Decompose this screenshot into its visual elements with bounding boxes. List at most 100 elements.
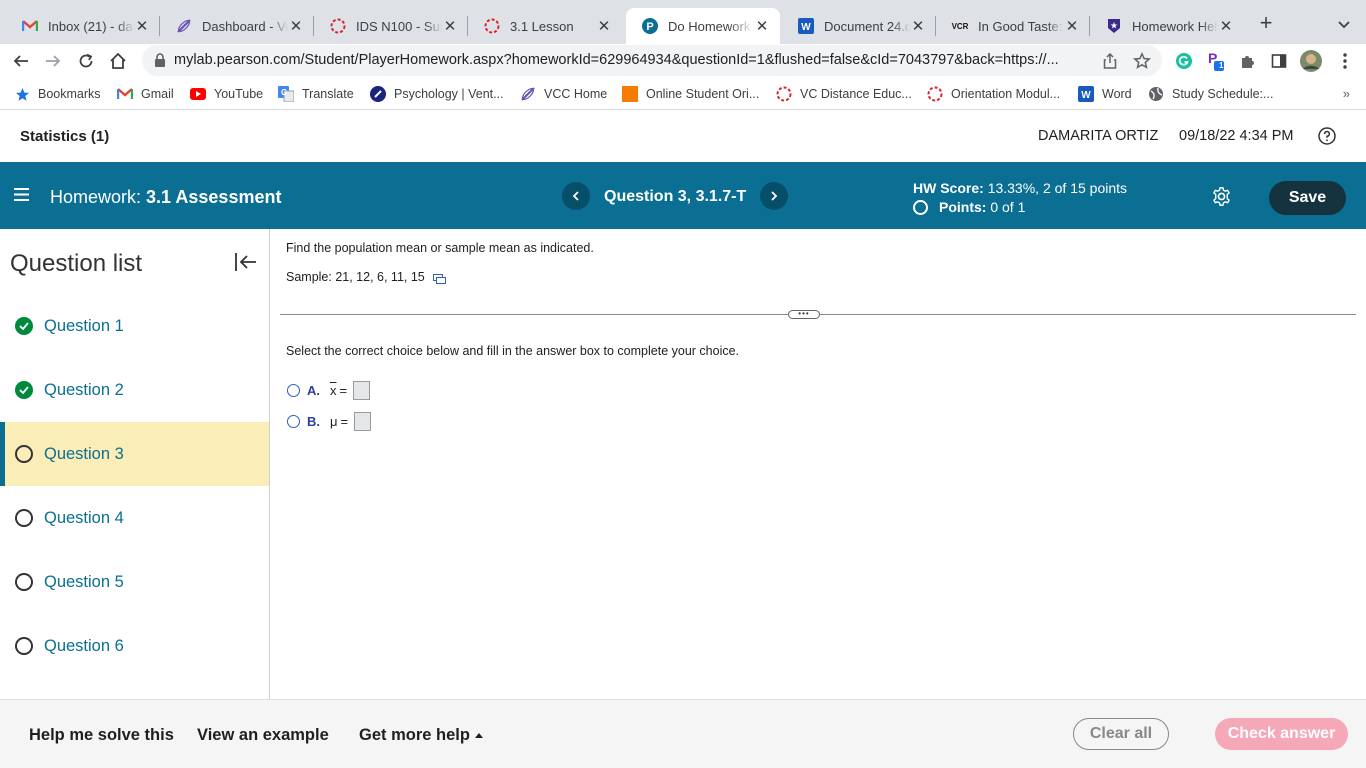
browser-tab-bar: Inbox (21) - dam ✕ Dashboard - Ve ✕ IDS … — [0, 0, 1366, 44]
help-me-solve-button[interactable]: Help me solve this — [29, 726, 174, 745]
url-text[interactable]: mylab.pearson.com/Student/PlayerHomework… — [174, 52, 1094, 68]
question-item-label: Question 5 — [44, 572, 124, 591]
forward-button[interactable] — [40, 48, 66, 74]
browser-tab-in-good-taste[interactable]: VCR In Good Taste: A ✕ — [936, 8, 1090, 44]
bookmark-label: Orientation Modul... — [951, 87, 1061, 101]
chevron-left-icon — [572, 191, 579, 201]
address-bar[interactable]: mylab.pearson.com/Student/PlayerHomework… — [142, 45, 1162, 76]
close-icon[interactable]: ✕ — [1218, 17, 1234, 35]
radio-button[interactable] — [287, 383, 300, 397]
arrow-left-icon — [13, 55, 28, 67]
view-example-button[interactable]: View an example — [197, 726, 329, 745]
resize-handle[interactable]: ••• — [788, 310, 820, 319]
tab-title: Inbox (21) - dam — [48, 18, 134, 34]
hw-score: HW Score: 13.33%, 2 of 15 points — [913, 180, 1127, 196]
open-circle-icon — [15, 637, 33, 655]
copy-data-icon[interactable] — [432, 273, 446, 284]
close-icon[interactable]: ✕ — [910, 17, 926, 35]
browser-tab-lesson[interactable]: 3.1 Lesson ✕ — [468, 8, 622, 44]
choice-a[interactable]: A. x = — [287, 379, 371, 401]
bookmark-online-student[interactable]: Online Student Ori... — [622, 85, 759, 103]
previous-question-button[interactable] — [562, 182, 590, 210]
homework-title: Homework: 3.1 Assessment — [50, 187, 281, 208]
extensions-puzzle-icon[interactable] — [1236, 49, 1260, 73]
question-list-item-3[interactable]: Question 3 — [0, 422, 269, 486]
question-list-item-5[interactable]: Question 5 — [0, 550, 269, 614]
get-more-help-button[interactable]: Get more help — [359, 726, 483, 745]
bookmark-bookmarks[interactable]: Bookmarks — [14, 85, 101, 103]
browser-tab-gmail[interactable]: Inbox (21) - dam ✕ — [6, 8, 160, 44]
bookmark-word[interactable]: W Word — [1078, 85, 1132, 103]
orange-square-icon — [622, 86, 638, 102]
course-header: Statistics (1) DAMARITA ORTIZ 09/18/22 4… — [0, 111, 1366, 162]
bookmark-vc-distance[interactable]: VC Distance Educ... — [776, 85, 912, 103]
question-list-item-1[interactable]: Question 1 — [0, 294, 269, 358]
check-answer-button[interactable]: Check answer — [1215, 718, 1348, 750]
pearson-icon: P — [642, 18, 658, 34]
bookmark-gmail[interactable]: Gmail — [117, 85, 174, 103]
choice-b[interactable]: B. μ = — [287, 410, 372, 432]
translate-icon: G — [278, 86, 294, 102]
menu-icon[interactable] — [14, 188, 29, 201]
browser-tab-dashboard[interactable]: Dashboard - Ve ✕ — [160, 8, 314, 44]
profile-avatar[interactable] — [1299, 49, 1323, 73]
points-value: 0 of 1 — [990, 199, 1026, 215]
answer-input-b[interactable] — [354, 411, 372, 431]
grammarly-icon[interactable] — [1172, 49, 1196, 73]
question-label: Question 3, 3.1.7-T — [604, 188, 747, 205]
collapse-panel-icon[interactable] — [234, 251, 258, 273]
bookmark-psychology[interactable]: Psychology | Vent... — [370, 85, 504, 103]
star-icon — [14, 86, 30, 102]
open-circle-icon — [15, 573, 33, 591]
radio-button[interactable] — [287, 414, 300, 428]
bookmark-vcc-home[interactable]: VCC Home — [520, 85, 607, 103]
psychology-icon — [370, 86, 386, 102]
settings-gear-icon[interactable] — [1211, 186, 1232, 207]
close-icon[interactable]: ✕ — [596, 17, 612, 35]
browser-tab-homework-help[interactable]: ★ Homework Help ✕ — [1090, 8, 1244, 44]
close-icon[interactable]: ✕ — [134, 17, 150, 35]
home-button[interactable] — [105, 48, 131, 74]
clear-all-button[interactable]: Clear all — [1073, 718, 1169, 750]
caret-up-icon — [474, 733, 483, 739]
get-more-help-label: Get more help — [359, 726, 470, 744]
homework-toolbar: Homework: 3.1 Assessment Question 3, 3.1… — [0, 162, 1366, 229]
extension-p-icon[interactable]: P 1 — [1204, 49, 1228, 73]
back-button[interactable] — [8, 48, 34, 74]
equals-sign: = — [340, 413, 349, 429]
chrome-menu-icon[interactable] — [1333, 49, 1357, 73]
next-question-button[interactable] — [760, 182, 788, 210]
bookmark-youtube[interactable]: YouTube — [190, 85, 263, 103]
lock-icon[interactable] — [154, 53, 166, 67]
help-icon[interactable] — [1318, 127, 1336, 145]
close-icon[interactable]: ✕ — [442, 17, 458, 35]
course-title[interactable]: Statistics (1) — [20, 128, 109, 145]
bookmarks-overflow-button[interactable]: » — [1343, 86, 1350, 101]
question-list-panel: Question list Question 1 Question 2 Ques… — [0, 229, 270, 699]
question-list-item-6[interactable]: Question 6 — [0, 614, 269, 678]
question-list-item-4[interactable]: Question 4 — [0, 486, 269, 550]
browser-tab-document[interactable]: W Document 24.d ✕ — [782, 8, 936, 44]
side-panel-icon[interactable] — [1267, 49, 1291, 73]
bookmark-orientation[interactable]: Orientation Modul... — [927, 85, 1060, 103]
browser-tab-ids[interactable]: IDS N100 - Supe ✕ — [314, 8, 468, 44]
bookmark-star-icon[interactable] — [1132, 51, 1152, 71]
browser-tab-do-homework[interactable]: P Do Homework - ✕ — [626, 8, 780, 44]
close-icon[interactable]: ✕ — [754, 17, 770, 35]
answer-input-a[interactable] — [353, 380, 371, 400]
vcc-icon — [176, 18, 192, 34]
question-list-item-2[interactable]: Question 2 — [0, 358, 269, 422]
share-icon[interactable] — [1100, 51, 1120, 71]
mu-symbol: μ — [330, 413, 338, 429]
close-icon[interactable]: ✕ — [1064, 17, 1080, 35]
bookmark-translate[interactable]: G Translate — [278, 85, 354, 103]
svg-text:★: ★ — [1110, 21, 1118, 31]
save-button[interactable]: Save — [1269, 181, 1346, 215]
reload-button[interactable] — [73, 48, 99, 74]
tab-search-button[interactable] — [1334, 14, 1354, 34]
check-circle-icon — [15, 381, 33, 399]
question-content: Find the population mean or sample mean … — [270, 229, 1366, 699]
new-tab-button[interactable]: + — [1254, 12, 1278, 36]
close-icon[interactable]: ✕ — [288, 17, 304, 35]
bookmark-study-schedule[interactable]: Study Schedule:... — [1148, 85, 1273, 103]
